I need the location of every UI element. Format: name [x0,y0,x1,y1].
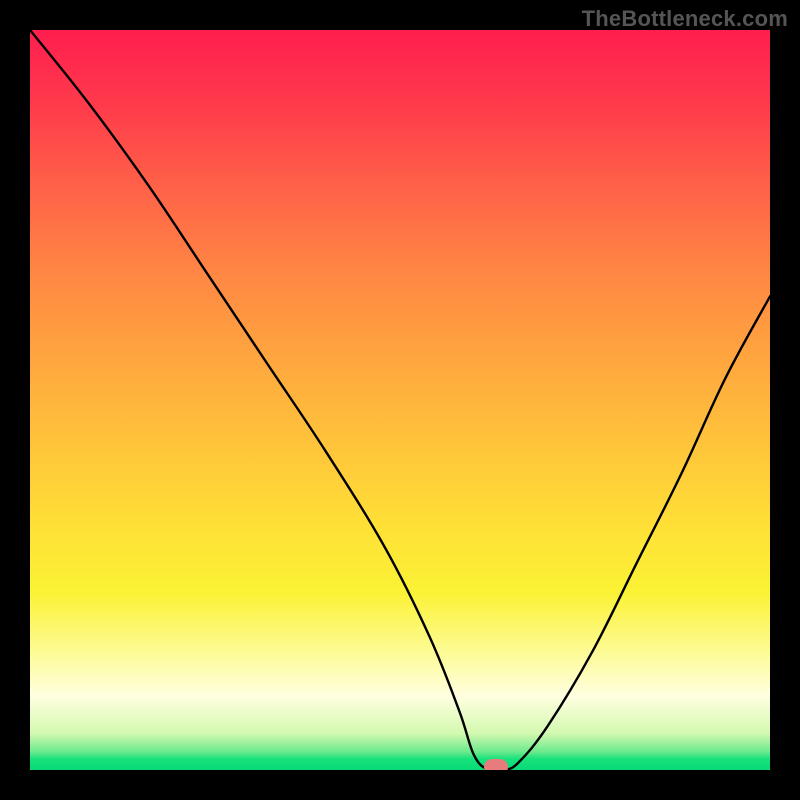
curve-path [30,30,770,770]
chart-frame: TheBottleneck.com [0,0,800,800]
bottleneck-curve [30,30,770,770]
plot-area [30,30,770,770]
minimum-marker [484,759,508,770]
watermark-label: TheBottleneck.com [582,6,788,32]
